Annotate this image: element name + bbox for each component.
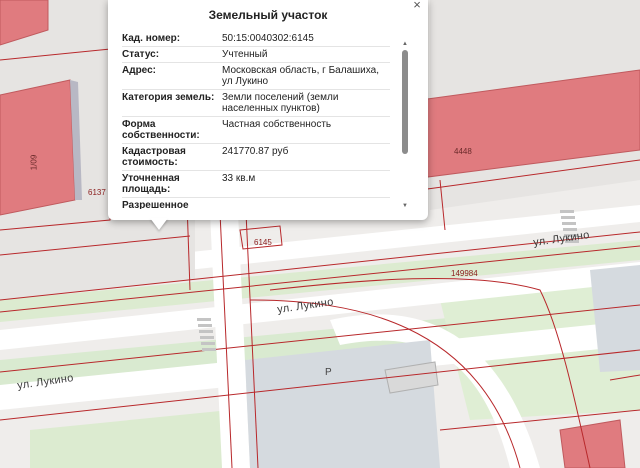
popup-row-cadastral-value: Кадастровая стоимость: 241770.87 руб	[122, 144, 390, 171]
scroll-up-icon[interactable]: ▲	[401, 40, 409, 48]
block	[245, 340, 440, 468]
scroll-down-icon[interactable]: ▼	[401, 202, 409, 210]
popup-row-key: Адрес:	[122, 65, 156, 76]
building	[0, 79, 76, 216]
popup-pointer	[150, 218, 168, 230]
popup-row-cadastral-number: Кад. номер: 50:15:0040302:6145	[122, 31, 390, 47]
popup-row-value: Московская область, г Балашиха, ул Лукин…	[222, 65, 379, 87]
popup-row-status: Статус: Учтенный	[122, 47, 390, 63]
building-number: 4448	[454, 147, 472, 156]
popup-row-permitted-use: Разрешенное для жилищного строительства	[122, 198, 390, 209]
popup-row-key: Уточненная площадь:	[122, 173, 180, 195]
popup-row-ownership-form: Форма собственности: Частная собственнос…	[122, 117, 390, 144]
popup-row-key: Категория земель:	[122, 92, 215, 103]
popup-row-land-category: Категория земель: Земли поселений (земли…	[122, 90, 390, 117]
popup-row-key: Разрешенное	[122, 200, 189, 209]
popup-row-value: 50:15:0040302:6145	[222, 33, 314, 44]
popup-row-address: Адрес: Московская область, г Балашиха, у…	[122, 63, 390, 90]
close-icon[interactable]: ×	[410, 0, 424, 12]
popup-row-area: Уточненная площадь: 33 кв.м	[122, 171, 390, 198]
popup-row-value: для жилищного строительства	[222, 200, 390, 209]
parcel-number-6137: 6137	[88, 188, 106, 197]
popup-row-key: Кадастровая стоимость:	[122, 146, 186, 168]
popup-row-value: Учтенный	[222, 49, 268, 60]
parking-icon: P	[325, 367, 332, 378]
popup-row-value: Земли поселений (земли населенных пункто…	[222, 92, 339, 114]
popup-row-key: Кад. номер:	[122, 33, 181, 44]
scroll-thumb[interactable]	[402, 50, 408, 154]
popup-properties-table: Кад. номер: 50:15:0040302:6145 Статус: У…	[122, 31, 390, 209]
parcel-number-149984: 149984	[451, 269, 478, 278]
building-number: 1/09	[29, 154, 39, 171]
popup-row-value: Частная собственность	[222, 119, 332, 130]
parcel-number-6145: 6145	[254, 238, 272, 247]
land-plot-popup: Земельный участок × Кад. номер: 50:15:00…	[108, 0, 428, 220]
popup-row-value: 241770.87 руб	[222, 146, 289, 157]
popup-row-value: 33 кв.м	[222, 173, 256, 184]
popup-scrollbar[interactable]: ▲ ▼	[401, 40, 409, 210]
popup-row-key: Форма собственности:	[122, 119, 200, 141]
popup-title: Земельный участок	[208, 8, 328, 22]
popup-row-key: Статус:	[122, 49, 160, 60]
